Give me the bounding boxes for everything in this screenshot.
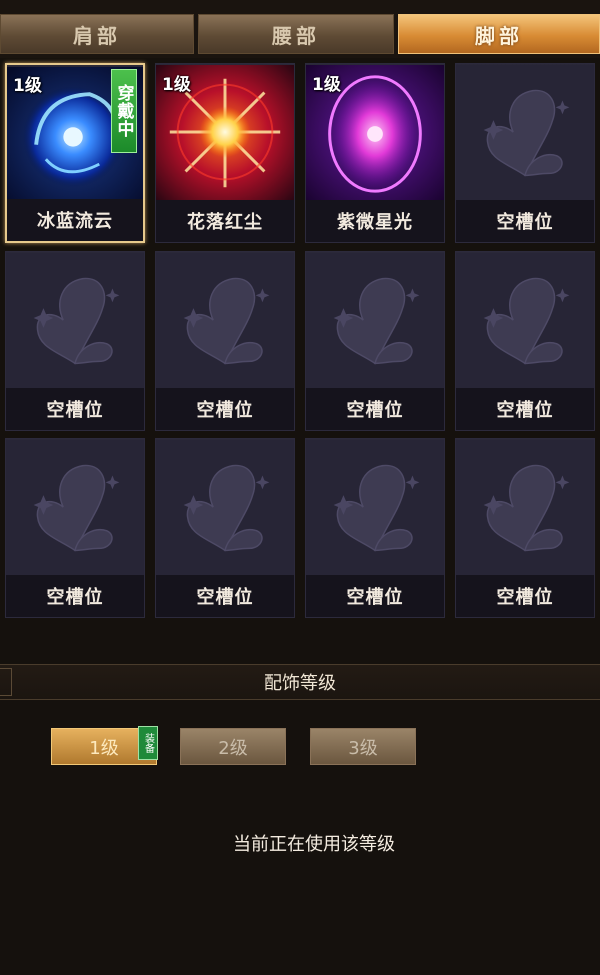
level-2-label: 2级 xyxy=(218,737,248,759)
level-1-button[interactable]: 1级 装备 xyxy=(51,726,158,765)
tab-feet[interactable]: 脚部 xyxy=(398,14,600,54)
level-3-button[interactable]: 3级 xyxy=(310,728,416,765)
butterfly-placeholder-icon xyxy=(456,439,594,577)
empty-slot[interactable]: 空槽位 xyxy=(155,251,295,431)
slot-name: 空槽位 xyxy=(456,388,594,430)
slot-name: 空槽位 xyxy=(6,388,144,430)
empty-slot[interactable]: 空槽位 xyxy=(455,438,595,618)
section-title: 配饰等级 xyxy=(264,673,336,694)
section-header: 配饰等级 xyxy=(0,664,600,700)
tab-shoulder[interactable]: 肩部 xyxy=(0,14,194,54)
slot-level: 1级 xyxy=(312,75,341,95)
slot-name: 空槽位 xyxy=(156,388,294,430)
empty-slot[interactable]: 空槽位 xyxy=(155,438,295,618)
slot-level: 1级 xyxy=(162,75,191,95)
accessory-slot[interactable]: 1级紫微星光 xyxy=(305,63,445,243)
butterfly-placeholder-icon xyxy=(306,439,444,577)
butterfly-placeholder-icon xyxy=(156,252,294,390)
empty-slot[interactable]: 空槽位 xyxy=(5,251,145,431)
slot-name: 紫微星光 xyxy=(306,200,444,242)
slot-level: 1级 xyxy=(13,76,42,96)
butterfly-placeholder-icon xyxy=(306,252,444,390)
header-ornament xyxy=(0,668,12,696)
empty-slot[interactable]: 空槽位 xyxy=(305,251,445,431)
slot-name: 冰蓝流云 xyxy=(7,199,143,241)
slot-name: 花落红尘 xyxy=(156,200,294,242)
butterfly-placeholder-icon xyxy=(6,439,144,577)
accessory-tabs: 肩部 腰部 脚部 xyxy=(0,0,600,58)
equipped-badge: 穿戴中 xyxy=(111,69,137,153)
slot-name: 空槽位 xyxy=(456,200,594,242)
slot-name: 空槽位 xyxy=(306,575,444,617)
butterfly-placeholder-icon xyxy=(6,252,144,390)
butterfly-placeholder-icon xyxy=(456,252,594,390)
slot-name: 空槽位 xyxy=(156,575,294,617)
level-2-button[interactable]: 2级 xyxy=(180,728,286,765)
status-text: 当前正在使用该等级 xyxy=(233,834,395,855)
slot-name: 空槽位 xyxy=(6,575,144,617)
empty-slot[interactable]: 空槽位 xyxy=(455,63,595,243)
accessory-slot[interactable]: 1级花落红尘 xyxy=(155,63,295,243)
slot-name: 空槽位 xyxy=(456,575,594,617)
accessory-slot-grid: 1级 穿戴中 冰蓝流云 1级 花落红尘 1级 紫微星光 空槽位 空槽位 空槽位 空槽位 空槽位 空槽位空… xyxy=(0,58,600,618)
accessory-slot[interactable]: 1级 穿戴中冰蓝流云 xyxy=(5,63,145,243)
tab-waist[interactable]: 腰部 xyxy=(198,14,394,54)
level-3-label: 3级 xyxy=(348,737,378,759)
empty-slot[interactable]: 空槽位 xyxy=(5,438,145,618)
butterfly-placeholder-icon xyxy=(456,64,594,202)
equipped-tag: 装备 xyxy=(138,726,158,760)
empty-slot[interactable]: 空槽位 xyxy=(455,251,595,431)
slot-name: 空槽位 xyxy=(306,388,444,430)
level-1-label: 1级 xyxy=(89,737,119,759)
butterfly-placeholder-icon xyxy=(156,439,294,577)
empty-slot[interactable]: 空槽位 xyxy=(305,438,445,618)
